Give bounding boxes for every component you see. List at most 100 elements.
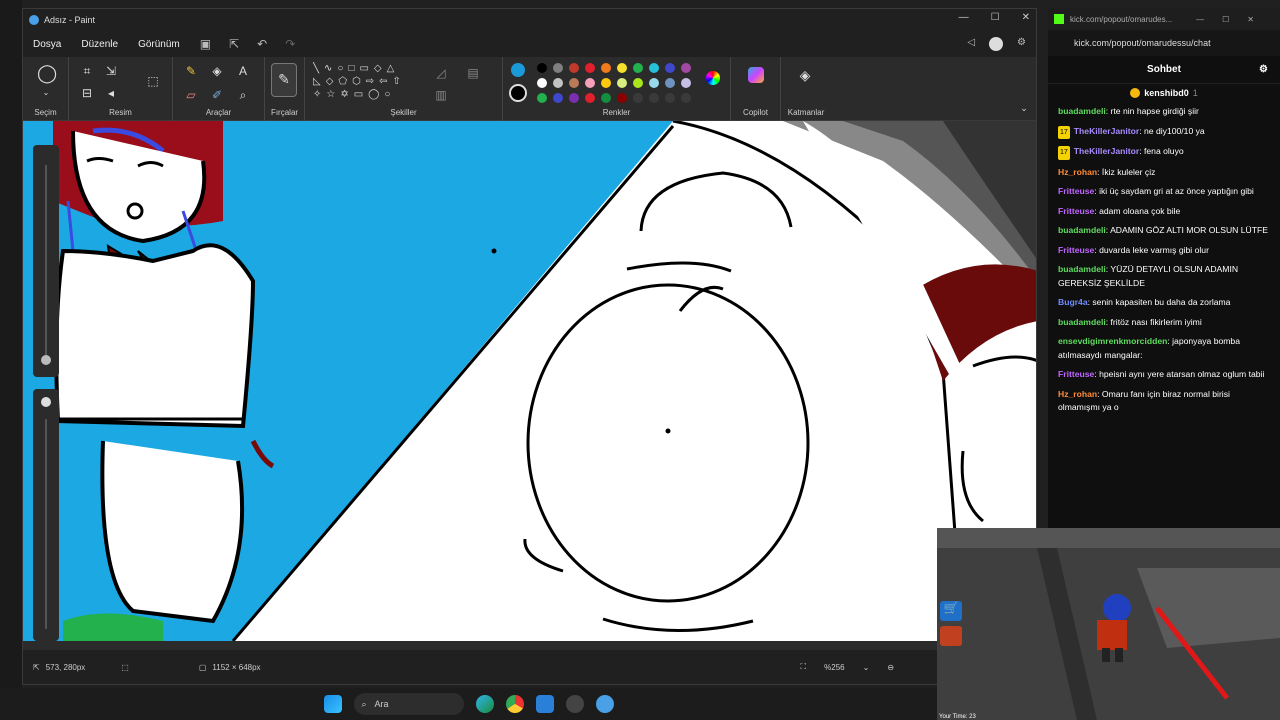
share-icon[interactable]: ⇱ [229,37,239,51]
fit-to-window-icon[interactable]: ⛶ [801,662,807,672]
edge-icon[interactable] [475,695,494,713]
maximize-icon[interactable]: ☐ [991,12,1000,23]
chat-username[interactable]: Hz_rohan [1058,167,1097,177]
account-icon[interactable] [989,37,1004,51]
taskbar-search[interactable]: ⌕ Ara [353,693,464,715]
collapse-ribbon-icon[interactable]: ⌄ [1016,100,1032,116]
lasso-select-icon[interactable]: ◯ [37,64,57,82]
palette-swatch[interactable] [585,93,595,103]
menu-view[interactable]: Görünüm [138,39,180,50]
chat-username[interactable]: buadamdeli [1058,106,1106,116]
file-explorer-icon[interactable] [535,695,554,713]
layers-icon[interactable]: ◈ [797,67,813,83]
palette-swatch[interactable] [649,78,659,88]
chat-username[interactable]: ensevdigimrenkmorcidden [1058,336,1167,346]
palette-swatch[interactable] [617,63,627,73]
palette-swatch[interactable] [665,63,675,73]
canvas-area[interactable] [23,121,1037,641]
menu-edit[interactable]: Düzenle [81,39,118,50]
undo-icon[interactable]: ↶ [257,37,267,51]
eraser-icon[interactable]: ▱ [183,87,199,103]
palette-swatch[interactable] [681,93,691,103]
chat-username[interactable]: Hz_rohan [1058,389,1097,399]
layer-panel-slider[interactable] [33,145,59,377]
color-picker-icon[interactable]: ✐ [209,87,225,103]
palette-swatch[interactable] [601,93,611,103]
drawing-canvas[interactable] [23,121,1037,641]
palette-swatch[interactable] [649,93,659,103]
palette-swatch[interactable] [569,63,579,73]
palette-swatch[interactable] [585,63,595,73]
shape-fill-icon[interactable]: ▥ [433,87,449,103]
zoom-chevron-down-icon[interactable]: ⌄ [863,663,870,672]
fill-icon[interactable]: ◈ [209,63,225,79]
crop-icon[interactable]: ⌗ [79,63,95,79]
palette-swatch[interactable] [665,93,675,103]
zoom-out-icon[interactable]: ⊖ [887,663,894,672]
palette-swatch[interactable] [569,93,579,103]
palette-swatch[interactable] [585,78,595,88]
chat-username[interactable]: buadamdeli [1058,317,1106,327]
palette-swatch[interactable] [553,93,563,103]
character-icon[interactable] [940,626,962,646]
palette-swatch[interactable] [681,63,691,73]
chat-users-icon[interactable]: ⚙ [1259,64,1268,75]
shop-cart-icon[interactable]: 🛒 [940,601,962,621]
secondary-color-swatch[interactable] [509,84,527,102]
select-all-icon[interactable]: ⊟ [79,85,95,101]
chat-username[interactable]: Bugr4a [1058,297,1088,307]
paint-taskbar-icon[interactable] [595,695,614,713]
announce-icon[interactable]: ◁ [967,37,975,51]
chrome-icon[interactable] [505,695,524,713]
chat-username[interactable]: Fritteuse [1058,369,1094,379]
chat-username[interactable]: Fritteuse [1058,245,1094,255]
text-icon[interactable]: A [235,63,251,79]
palette-swatch[interactable] [633,63,643,73]
zoom-level[interactable]: %256 [824,663,844,672]
palette-swatch[interactable] [633,78,643,88]
chat-username[interactable]: buadamdeli [1058,264,1106,274]
palette-swatch[interactable] [601,63,611,73]
chat-address-bar[interactable]: kick.com/popout/omarudessu/chat [1048,30,1280,56]
primary-color-swatch[interactable] [511,63,525,77]
magnifier-icon[interactable]: ⌕ [235,87,251,103]
palette-swatch[interactable] [553,78,563,88]
edit-colors-icon[interactable] [706,71,720,85]
windows-start-icon[interactable] [323,695,342,713]
palette-swatch[interactable] [537,78,547,88]
palette-swatch[interactable] [601,78,611,88]
palette-swatch[interactable] [617,78,627,88]
settings-gear-icon[interactable]: ⚙ [1017,37,1026,51]
resize-icon[interactable]: ⇲ [103,63,119,79]
chat-username[interactable]: buadamdeli [1058,225,1106,235]
steam-icon[interactable] [565,695,584,713]
palette-swatch[interactable] [553,63,563,73]
minimize-icon[interactable]: — [959,12,969,23]
outline-icon[interactable]: ◿ [433,65,449,81]
brush-button[interactable]: ✎ [271,63,297,97]
pencil-icon[interactable]: ✎ [183,63,199,79]
chat-username[interactable]: Fritteuse [1058,206,1094,216]
palette-swatch[interactable] [537,93,547,103]
save-icon[interactable]: ▣ [200,37,211,51]
palette-swatch[interactable] [537,63,547,73]
palette-swatch[interactable] [569,78,579,88]
palette-swatch[interactable] [681,78,691,88]
rotate-icon[interactable]: ◂ [103,85,119,101]
menu-file[interactable]: Dosya [33,39,61,50]
shape-size-icon[interactable]: ▤ [465,65,481,81]
chat-username[interactable]: Fritteuse [1058,186,1094,196]
remove-background-icon[interactable]: ⬚ [145,73,161,89]
redo-icon[interactable]: ↷ [285,37,295,51]
copilot-icon[interactable] [748,67,764,83]
palette-swatch[interactable] [665,78,675,88]
shapes-gallery[interactable]: ╲∿○□▭◇△ ◺◇⬠⬡⇨⇦⇧ ✧☆✡▭◯○ [313,62,423,102]
chat-username[interactable]: TheKillerJanitor [1074,146,1139,156]
palette-swatch[interactable] [633,93,643,103]
chat-username[interactable]: TheKillerJanitor [1074,126,1139,136]
chat-window-controls[interactable]: —☐✕ [1196,15,1272,24]
chevron-down-icon[interactable]: ⌄ [38,85,54,101]
palette-swatch[interactable] [649,63,659,73]
close-icon[interactable]: ✕ [1022,12,1030,23]
palette-swatch[interactable] [617,93,627,103]
